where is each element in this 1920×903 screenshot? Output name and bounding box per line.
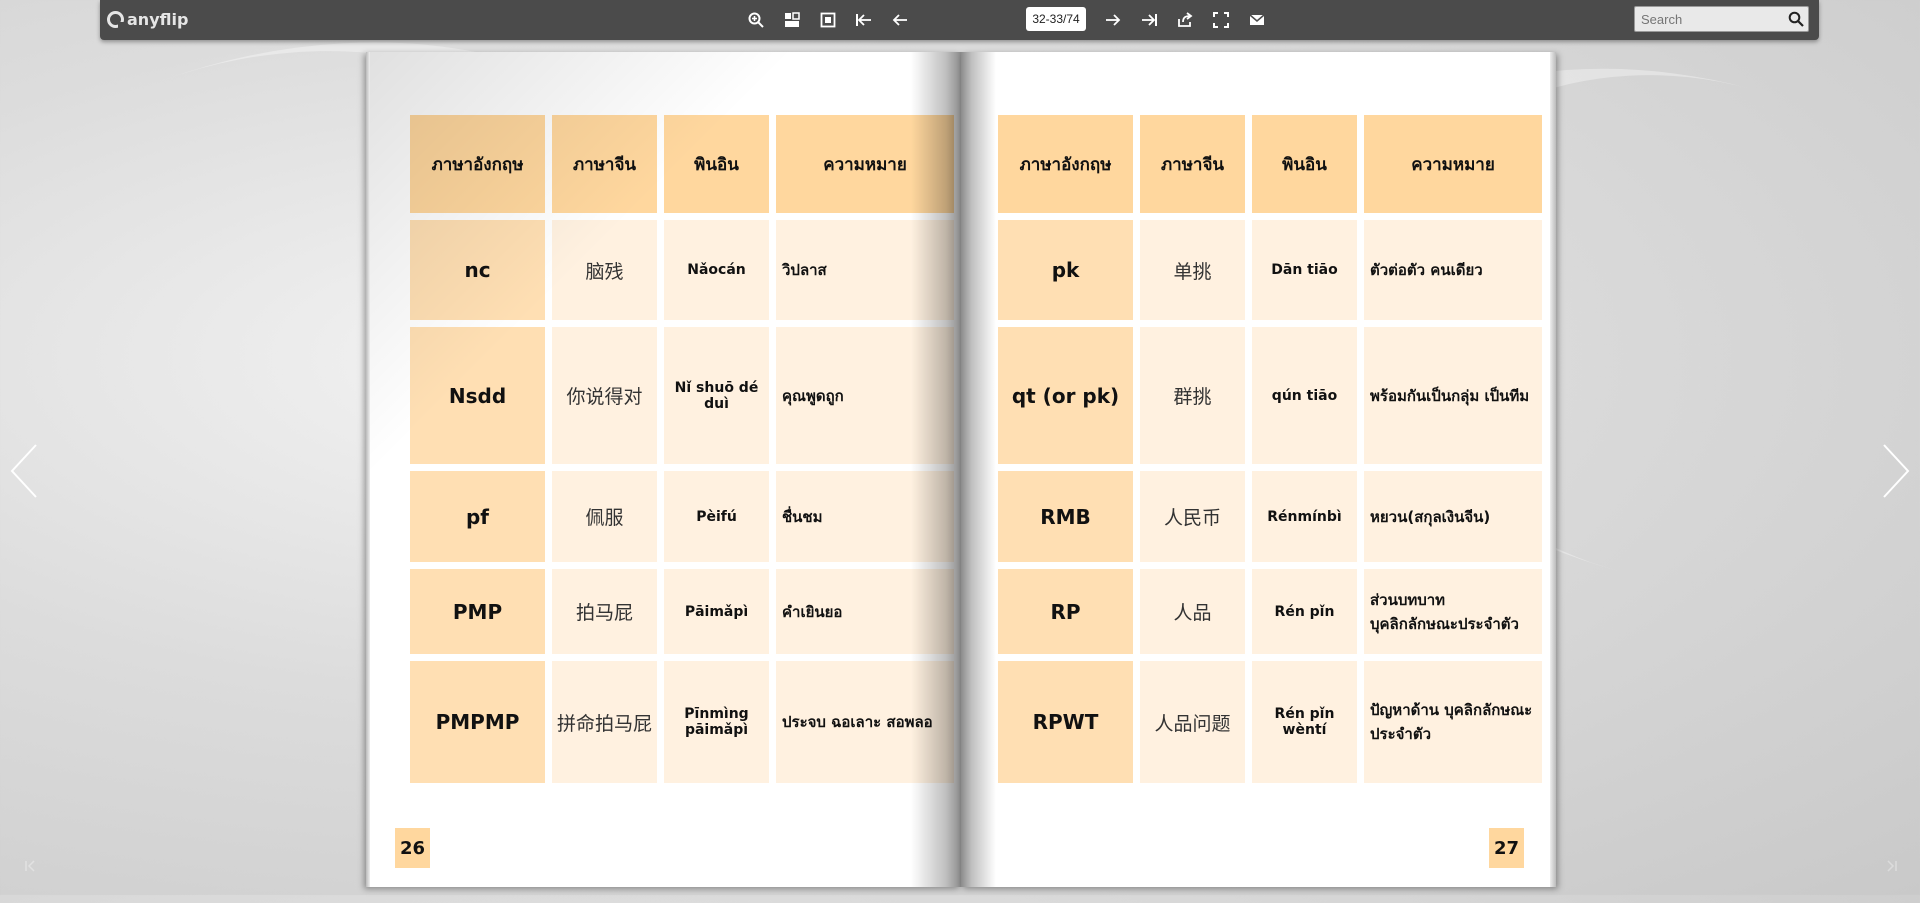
abbreviation-cell: Nsdd: [410, 327, 545, 464]
abbreviation-cell: PMP: [410, 569, 545, 654]
abbreviation-cell: nc: [410, 220, 545, 320]
page-number: 26: [395, 828, 430, 868]
header-english: ภาษาอังกฤษ: [998, 115, 1133, 213]
meaning-cell: พร้อมกันเป็นกลุ่ม เป็นทีม: [1364, 327, 1542, 464]
meaning-cell: หยวน(สกุลเงินจีน): [1364, 471, 1542, 562]
table-row: pf 佩服 Pèifú ชื่นชม: [410, 471, 954, 562]
header-english: ภาษาอังกฤษ: [410, 115, 545, 213]
chinese-cell: 人民币: [1140, 471, 1245, 562]
abbreviation-cell: qt (or pk): [998, 327, 1133, 464]
first-page-corner-icon[interactable]: [24, 858, 38, 872]
logo-icon: [107, 10, 124, 28]
chinese-cell: 单挑: [1140, 220, 1245, 320]
meaning-cell: คุณพูดถูก: [776, 327, 954, 464]
page-edge: [366, 52, 370, 887]
pinyin-cell: Rén pǐn wèntí: [1252, 661, 1357, 783]
next-page-arrow[interactable]: [1880, 443, 1910, 499]
email-icon[interactable]: [1247, 9, 1267, 31]
table-row: Nsdd 你说得对 Nǐ shuō dé duì คุณพูดถูก: [410, 327, 954, 464]
pinyin-cell: Rénmínbì: [1252, 471, 1357, 562]
table-row: RPWT 人品问题 Rén pǐn wèntí ปัญหาด้าน บุคลิก…: [998, 661, 1542, 783]
table-header-row: ภาษาอังกฤษ ภาษาจีน พินอิน ความหมาย: [410, 115, 954, 213]
pinyin-cell: Rén pǐn: [1252, 569, 1357, 654]
pinyin-cell: Nǐ shuō dé duì: [664, 327, 769, 464]
table-row: RP 人品 Rén pǐn ส่วนบทบาท บุคลิกลักษณะประจ…: [998, 569, 1542, 654]
thumbnails-icon[interactable]: [782, 9, 802, 31]
page-edge: [1550, 52, 1556, 887]
last-page-corner-icon[interactable]: [1884, 858, 1898, 872]
abbreviation-cell: RP: [998, 569, 1133, 654]
chinese-cell: 拍马屁: [552, 569, 657, 654]
table-row: RMB 人民币 Rénmínbì หยวน(สกุลเงินจีน): [998, 471, 1542, 562]
search-box: [1634, 6, 1809, 32]
pinyin-cell: qún tiāo: [1252, 327, 1357, 464]
chinese-cell: 拼命拍马屁: [552, 661, 657, 783]
search-icon[interactable]: [1787, 10, 1805, 28]
chinese-cell: 脑残: [552, 220, 657, 320]
chinese-cell: 人品: [1140, 569, 1245, 654]
top-toolbar: anyflip 32-33/74: [100, 0, 1819, 40]
meaning-cell: ส่วนบทบาท บุคลิกลักษณะประจำตัว: [1364, 569, 1542, 654]
vocab-table: ภาษาอังกฤษ ภาษาจีน พินอิน ความหมาย pk 单挑…: [991, 108, 1549, 790]
table-header-row: ภาษาอังกฤษ ภาษาจีน พินอิน ความหมาย: [998, 115, 1542, 213]
abbreviation-cell: pf: [410, 471, 545, 562]
abbreviation-cell: pk: [998, 220, 1133, 320]
chinese-cell: 人品问题: [1140, 661, 1245, 783]
previous-page-icon[interactable]: [890, 9, 910, 31]
meaning-cell: คำเยินยอ: [776, 569, 954, 654]
chinese-cell: 你说得对: [552, 327, 657, 464]
left-page[interactable]: ภาษาอังกฤษ ภาษาจีน พินอิน ความหมาย nc 脑残…: [366, 52, 961, 887]
abbreviation-cell: RMB: [998, 471, 1133, 562]
header-meaning: ความหมาย: [1364, 115, 1542, 213]
zoom-in-icon[interactable]: [746, 9, 766, 31]
abbreviation-cell: PMPMP: [410, 661, 545, 783]
meaning-cell: ปัญหาด้าน บุคลิกลักษณะประจำตัว: [1364, 661, 1542, 783]
pinyin-cell: Dān tiāo: [1252, 220, 1357, 320]
vocab-table: ภาษาอังกฤษ ภาษาจีน พินอิน ความหมาย nc 脑残…: [403, 108, 961, 790]
anyflip-logo[interactable]: anyflip: [107, 7, 188, 31]
abbreviation-cell: RPWT: [998, 661, 1133, 783]
page-indicator[interactable]: 32-33/74: [1026, 7, 1086, 31]
search-input[interactable]: [1635, 7, 1795, 31]
meaning-cell: วิปลาส: [776, 220, 954, 320]
pinyin-cell: Pāimǎpì: [664, 569, 769, 654]
table-row: qt (or pk) 群挑 qún tiāo พร้อมกันเป็นกลุ่ม…: [998, 327, 1542, 464]
table-row: PMPMP 拼命拍马屁 Pīnmìng pāimǎpì ประจบ ฉอเลาะ…: [410, 661, 954, 783]
chinese-cell: 群挑: [1140, 327, 1245, 464]
logo-text: anyflip: [127, 9, 189, 29]
chinese-cell: 佩服: [552, 471, 657, 562]
header-pinyin: พินอิน: [664, 115, 769, 213]
header-chinese: ภาษาจีน: [552, 115, 657, 213]
single-page-icon[interactable]: [818, 9, 838, 31]
table-row: pk 单挑 Dān tiāo ตัวต่อตัว คนเดียว: [998, 220, 1542, 320]
prev-page-arrow[interactable]: [10, 443, 40, 499]
pinyin-cell: Pèifú: [664, 471, 769, 562]
next-page-icon[interactable]: [1103, 9, 1123, 31]
right-page[interactable]: ภาษาอังกฤษ ภาษาจีน พินอิน ความหมาย pk 单挑…: [961, 52, 1556, 887]
meaning-cell: ตัวต่อตัว คนเดียว: [1364, 220, 1542, 320]
first-page-icon[interactable]: [854, 9, 874, 31]
page-number: 27: [1489, 828, 1524, 868]
meaning-cell: ประจบ ฉอเลาะ สอพลอ: [776, 661, 954, 783]
fullscreen-icon[interactable]: [1211, 9, 1231, 31]
pinyin-cell: Nǎocán: [664, 220, 769, 320]
last-page-icon[interactable]: [1139, 9, 1159, 31]
header-meaning: ความหมาย: [776, 115, 954, 213]
table-row: PMP 拍马屁 Pāimǎpì คำเยินยอ: [410, 569, 954, 654]
table-row: nc 脑残 Nǎocán วิปลาส: [410, 220, 954, 320]
meaning-cell: ชื่นชม: [776, 471, 954, 562]
pinyin-cell: Pīnmìng pāimǎpì: [664, 661, 769, 783]
header-chinese: ภาษาจีน: [1140, 115, 1245, 213]
header-pinyin: พินอิน: [1252, 115, 1357, 213]
share-icon[interactable]: [1175, 9, 1195, 31]
